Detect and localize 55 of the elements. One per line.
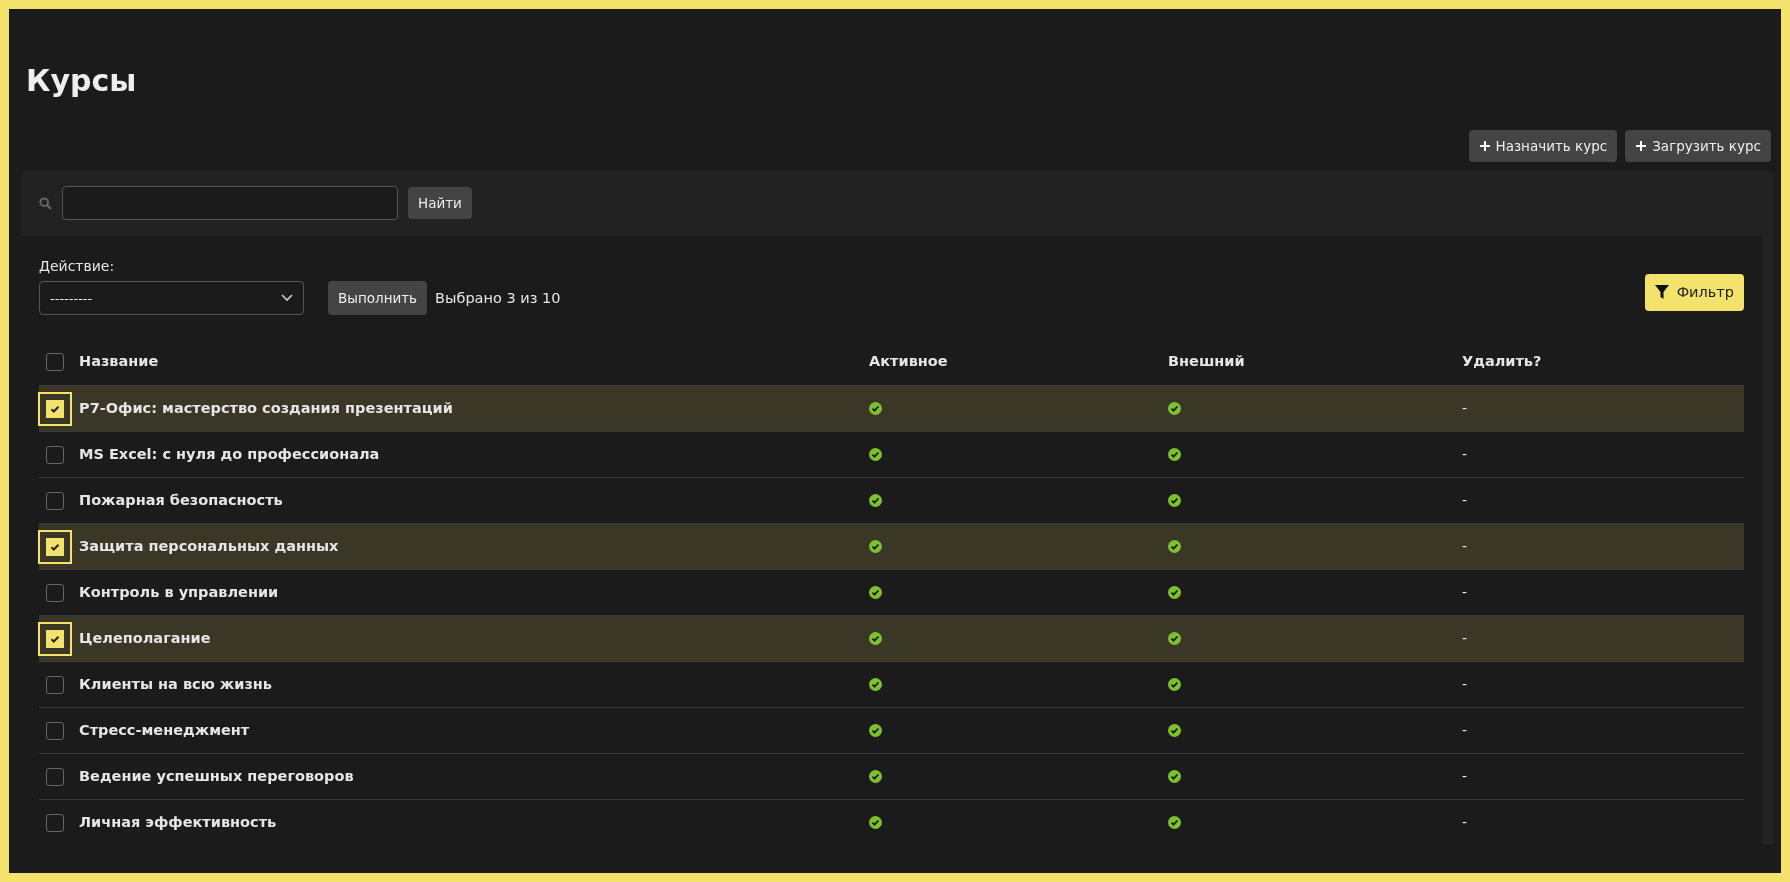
table-row[interactable]: Целеполагание - (39, 615, 1744, 662)
table-row[interactable]: Клиенты на всю жизнь - (39, 661, 1744, 708)
course-name: Клиенты на всю жизнь (79, 674, 273, 694)
column-header: Удалить? (1462, 352, 1542, 372)
delete-value: - (1462, 399, 1468, 419)
chevron-down-icon (281, 294, 293, 303)
delete-value: - (1462, 721, 1468, 741)
column-header: Название (79, 352, 159, 372)
delete-value: - (1462, 491, 1468, 511)
delete-value: - (1462, 675, 1468, 695)
course-name: Пожарная безопасность (79, 490, 283, 510)
course-name: Целеполагание (79, 628, 211, 648)
course-name: Ведение успешных переговоров (79, 766, 354, 786)
table-row[interactable]: Стресс-менеджмент - (39, 707, 1744, 754)
execute-button[interactable]: Выполнить (328, 281, 428, 316)
table-row[interactable]: MS Excel: с нуля до профессионала - (39, 431, 1744, 478)
column-header: Внешний (1168, 352, 1245, 372)
delete-value: - (1462, 813, 1468, 833)
course-name: Р7-Офис: мастерство создания презентаций (79, 398, 453, 418)
table-row[interactable]: Ведение успешных переговоров - (39, 753, 1744, 800)
add-course-button[interactable]: Назначить курс (1468, 130, 1618, 163)
search-icon (39, 196, 52, 210)
selection-count: Выбрано 3 из 10 (435, 289, 561, 309)
select-all-checkbox[interactable] (46, 353, 64, 372)
course-name: Стресс-менеджмент (79, 720, 250, 740)
plus-icon (1635, 140, 1648, 153)
column-header: Активное (869, 352, 948, 372)
row-checkbox[interactable] (46, 767, 64, 786)
search-button[interactable]: Найти (408, 187, 472, 220)
course-name: Контроль в управлении (79, 582, 279, 602)
filter-icon (1654, 285, 1669, 300)
row-checkbox[interactable] (46, 721, 64, 740)
action-dropdown[interactable]: --------- (39, 281, 304, 316)
row-checkbox[interactable] (46, 445, 64, 464)
delete-value: - (1462, 767, 1468, 787)
course-name: Защита персональных данных (79, 536, 339, 556)
row-checkbox[interactable] (46, 675, 64, 694)
page-title: Курсы (26, 62, 138, 100)
delete-value: - (1462, 629, 1468, 649)
row-checkbox[interactable] (46, 491, 64, 510)
course-name: Личная эффективность (79, 812, 277, 832)
course-name: MS Excel: с нуля до профессионала (79, 444, 380, 464)
add-course-button[interactable]: Загрузить курс (1625, 130, 1771, 163)
delete-value: - (1462, 445, 1468, 465)
plus-icon (1478, 140, 1491, 153)
row-checkbox[interactable] (46, 813, 64, 832)
delete-value: - (1462, 537, 1468, 557)
table-row[interactable]: Личная эффективность - (39, 799, 1744, 846)
row-checkbox[interactable] (46, 583, 64, 602)
delete-value: - (1462, 583, 1468, 603)
search-field[interactable] (62, 186, 398, 221)
table-row[interactable]: Защита персональных данных - (39, 523, 1744, 570)
table-row[interactable]: Р7-Офис: мастерство создания презентаций - (39, 385, 1744, 432)
filter-button[interactable]: Фильтр (1644, 273, 1744, 312)
action-label: Действие: (39, 257, 116, 277)
